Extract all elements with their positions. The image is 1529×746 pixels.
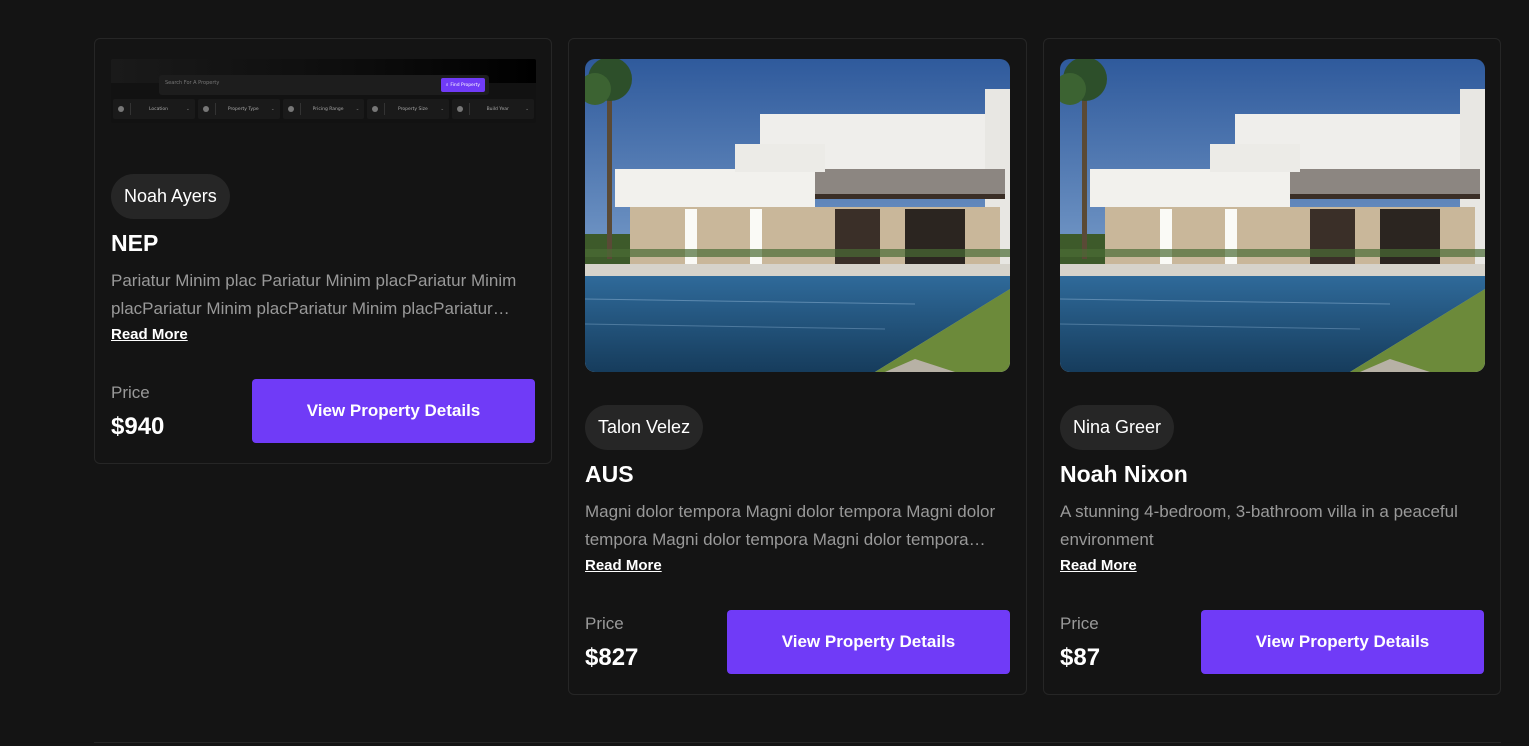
property-card: Search For A Property ⌕ Find Property Lo… <box>94 38 552 464</box>
property-description: Pariatur Minim plac Pariatur Minim placP… <box>111 271 517 318</box>
search-icon: ⌕ <box>445 83 449 88</box>
property-title: Noah Nixon <box>1060 461 1188 487</box>
thumbnail-filter-label: Property Type <box>227 106 259 112</box>
chevron-down-icon: ⌄ <box>525 106 529 112</box>
agent-chip: Talon Velez <box>585 405 704 450</box>
price-label: Price <box>1060 614 1099 633</box>
thumbnail-filter-label: Property Size <box>398 106 428 112</box>
property-description: Magni dolor tempora Magni dolor tempora … <box>585 502 996 549</box>
size-icon <box>372 106 379 112</box>
view-property-details-button[interactable]: View Property Details <box>727 610 1010 674</box>
chevron-down-icon: ⌄ <box>186 106 190 112</box>
home-icon <box>202 106 209 112</box>
read-more-link[interactable]: Read More <box>111 326 188 343</box>
location-icon <box>118 106 124 112</box>
thumbnail-filter: Build Year ⌄ <box>452 99 534 119</box>
thumbnail-filter-label: Build Year <box>486 106 509 112</box>
villa-image <box>1060 59 1485 372</box>
price-label: Price <box>585 614 624 633</box>
property-thumbnail[interactable]: Search For A Property ⌕ Find Property Lo… <box>111 59 536 123</box>
thumbnail-find-label: Find Property <box>450 82 481 88</box>
wallet-icon <box>287 106 294 112</box>
view-property-details-button[interactable]: View Property Details <box>252 379 535 443</box>
property-card: Talon Velez AUS Magni dolor tempora Magn… <box>568 38 1027 695</box>
property-description: A stunning 4-bedroom, 3-bathroom villa i… <box>1060 502 1458 549</box>
thumbnail-filter: Location ⌄ <box>113 99 195 119</box>
chevron-down-icon: ⌄ <box>270 106 275 112</box>
thumbnail-filter-label: Location <box>148 106 169 112</box>
thumbnail-filter-label: Pricing Range <box>312 106 344 112</box>
thumbnail-filter: Property Type ⌄ <box>197 99 280 119</box>
price-label: Price <box>111 383 150 402</box>
thumbnail-search-bar: Search For A Property ⌕ Find Property <box>159 75 489 95</box>
property-title: NEP <box>111 230 159 256</box>
property-image[interactable] <box>585 59 1010 372</box>
thumbnail-filter: Property Size ⌄ <box>367 99 450 119</box>
price-value: $827 <box>585 644 639 671</box>
chevron-down-icon: ⌄ <box>355 106 360 112</box>
property-card: Nina Greer Noah Nixon A stunning 4-bedro… <box>1043 38 1501 695</box>
agent-chip: Nina Greer <box>1060 405 1175 450</box>
calendar-icon <box>457 106 464 112</box>
thumbnail-find-button: ⌕ Find Property <box>441 78 485 92</box>
agent-chip: Noah Ayers <box>111 174 230 219</box>
section-divider <box>94 742 1501 743</box>
villa-image <box>585 59 1010 372</box>
view-property-details-button[interactable]: View Property Details <box>1201 610 1484 674</box>
thumbnail-filter: Pricing Range ⌄ <box>282 99 365 119</box>
price-value: $940 <box>111 413 165 440</box>
thumbnail-filters: Location ⌄ Property Type ⌄ Pricing Range… <box>113 99 534 119</box>
property-title: AUS <box>585 461 634 487</box>
read-more-link[interactable]: Read More <box>1060 557 1137 574</box>
price-value: $87 <box>1060 644 1101 671</box>
read-more-link[interactable]: Read More <box>585 557 662 574</box>
property-image[interactable] <box>1060 59 1485 372</box>
chevron-down-icon: ⌄ <box>440 106 445 112</box>
thumbnail-search-placeholder: Search For A Property <box>165 80 220 86</box>
